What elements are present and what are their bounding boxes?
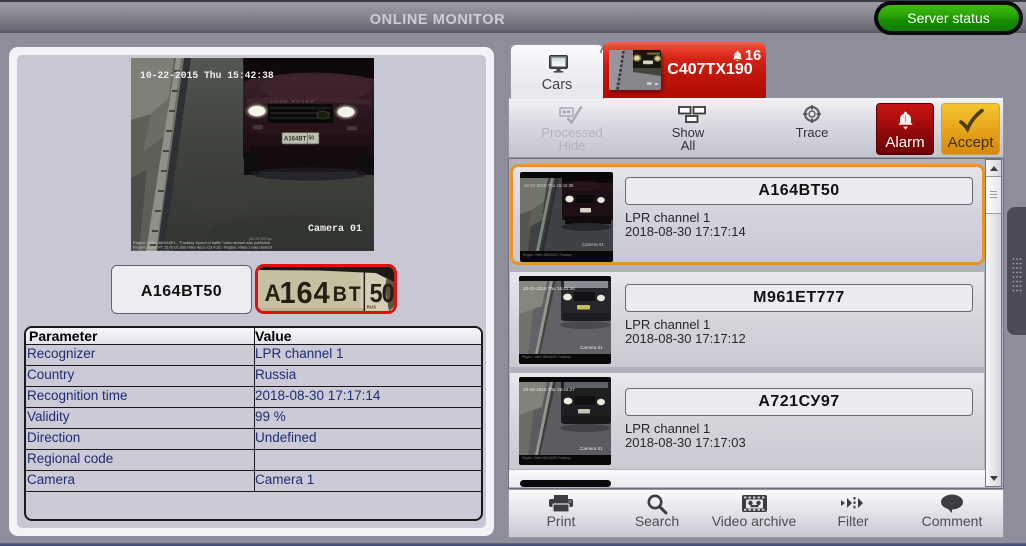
svg-text:Camera 01: Camera 01 [582, 242, 604, 247]
svg-text:10-22-2015 Thu 15:42:27: 10-22-2015 Thu 15:42:27 [523, 387, 575, 392]
svg-text:A: A [265, 279, 281, 306]
svg-text:Region: Video 5604A0E1 Fastway: Region: Video 5604A0E1 Fastway [522, 355, 571, 359]
svg-text:Region: Video 5604A0E1 Fastway: Region: Video 5604A0E1 Fastway [523, 253, 572, 257]
svg-text:A164BT: A164BT [284, 137, 307, 143]
svg-text:RUS: RUS [367, 305, 377, 310]
svg-text:LAND ROVER: LAND ROVER [271, 99, 315, 104]
svg-text:Camera 01: Camera 01 [580, 345, 603, 350]
svg-text:BT: BT [333, 283, 363, 306]
svg-text:Camera 01: Camera 01 [308, 224, 362, 235]
svg-text:10-22-2015 Thu 15:42:36: 10-22-2015 Thu 15:42:36 [523, 286, 575, 291]
svg-text:Frame camera stream 1: Frame camera stream 1 [133, 250, 174, 252]
svg-text:Region: Video 5604A0E1 Fastway: Region: Video 5604A0E1 Fastway [522, 456, 571, 460]
svg-text:10-22-2015 Thu 15:42:38: 10-22-2015 Thu 15:42:38 [524, 183, 574, 188]
svg-text:Camera 01: Camera 01 [580, 446, 603, 451]
svg-text:50: 50 [309, 136, 315, 142]
svg-text:164: 164 [279, 276, 330, 310]
svg-text:10-22-2015 Thu 15:42:38: 10-22-2015 Thu 15:42:38 [140, 70, 274, 81]
